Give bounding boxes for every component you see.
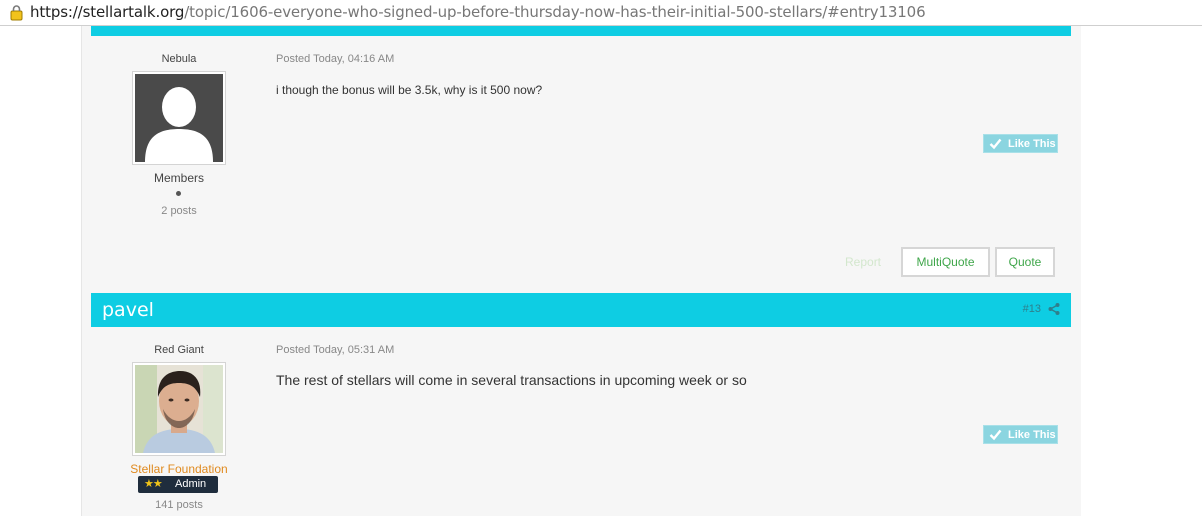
previous-post-header (91, 26, 1071, 36)
post-author-name[interactable]: Nebula (119, 53, 239, 65)
post-count: 141 posts (155, 499, 203, 511)
star-icon: ★★ (144, 478, 163, 490)
check-icon (989, 429, 1002, 441)
default-avatar-icon (135, 74, 223, 162)
like-button[interactable]: Like This (983, 134, 1058, 153)
user-title: Red Giant (154, 344, 204, 356)
post-date[interactable]: Posted Today, 04:16 AM (276, 53, 394, 65)
like-label: Like This (1008, 138, 1056, 150)
report-link[interactable]: Report (845, 255, 881, 269)
address-bar[interactable]: https://stellartalk.org/topic/1606-every… (0, 0, 1202, 26)
user-group: Stellar Foundation (130, 462, 228, 476)
badge-label: Admin (175, 478, 207, 490)
like-button[interactable]: Like This (983, 425, 1058, 444)
post-content: i though the bonus will be 3.5k, why is … (276, 83, 543, 97)
post-content: The rest of stellars will come in severa… (276, 372, 747, 388)
rank-pip (176, 191, 181, 196)
url-host: https://stellartalk.org (30, 3, 185, 21)
post-count: 2 posts (161, 205, 197, 217)
like-label: Like This (1008, 429, 1056, 441)
url-text[interactable]: https://stellartalk.org/topic/1606-every… (30, 3, 926, 21)
quote-button[interactable]: Quote (995, 247, 1055, 277)
user-group: Members (153, 171, 204, 185)
admin-badge: ★★ Admin (138, 476, 218, 493)
post-number[interactable]: #13 (1023, 303, 1041, 315)
lock-icon (10, 5, 23, 21)
check-icon (989, 138, 1002, 150)
post-header: pavel #13 (91, 293, 1071, 327)
post-author-heading[interactable]: pavel (102, 299, 154, 321)
post-date[interactable]: Posted Today, 05:31 AM (276, 344, 394, 356)
avatar[interactable] (132, 362, 226, 456)
share-icon[interactable] (1047, 302, 1061, 316)
url-path: /topic/1606-everyone-who-signed-up-befor… (184, 3, 926, 21)
user-photo (135, 365, 223, 453)
page-edge (81, 26, 82, 516)
multiquote-button[interactable]: MultiQuote (901, 247, 990, 277)
avatar[interactable] (132, 71, 226, 165)
